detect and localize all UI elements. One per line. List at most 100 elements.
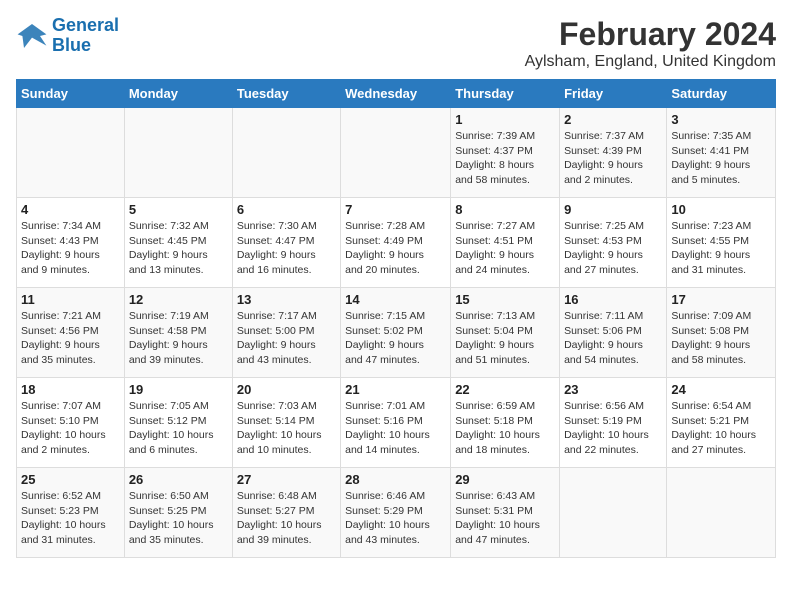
day-number: 7 — [345, 202, 446, 217]
day-number: 24 — [671, 382, 771, 397]
calendar-cell: 28 Sunrise: 6:46 AM Sunset: 5:29 PM Dayli… — [341, 468, 451, 558]
day-info: Sunrise: 6:56 AM Sunset: 5:19 PM Dayligh… — [564, 399, 662, 458]
day-number: 11 — [21, 292, 120, 307]
week-row-4: 18 Sunrise: 7:07 AM Sunset: 5:10 PM Dayli… — [17, 378, 776, 468]
calendar-cell: 25 Sunrise: 6:52 AM Sunset: 5:23 PM Dayli… — [17, 468, 125, 558]
day-number: 29 — [455, 472, 555, 487]
day-info: Sunrise: 7:07 AM Sunset: 5:10 PM Dayligh… — [21, 399, 120, 458]
day-number: 3 — [671, 112, 771, 127]
day-info: Sunrise: 7:32 AM Sunset: 4:45 PM Dayligh… — [129, 219, 228, 278]
calendar-cell — [232, 108, 340, 198]
calendar-cell: 4 Sunrise: 7:34 AM Sunset: 4:43 PM Daylig… — [17, 198, 125, 288]
day-info: Sunrise: 7:17 AM Sunset: 5:00 PM Dayligh… — [237, 309, 336, 368]
day-info: Sunrise: 6:48 AM Sunset: 5:27 PM Dayligh… — [237, 489, 336, 548]
calendar-cell: 5 Sunrise: 7:32 AM Sunset: 4:45 PM Daylig… — [124, 198, 232, 288]
day-number: 28 — [345, 472, 446, 487]
calendar-cell: 18 Sunrise: 7:07 AM Sunset: 5:10 PM Dayli… — [17, 378, 125, 468]
weekday-header-row: SundayMondayTuesdayWednesdayThursdayFrid… — [17, 80, 776, 108]
day-info: Sunrise: 7:37 AM Sunset: 4:39 PM Dayligh… — [564, 129, 662, 188]
day-info: Sunrise: 7:11 AM Sunset: 5:06 PM Dayligh… — [564, 309, 662, 368]
day-number: 25 — [21, 472, 120, 487]
day-info: Sunrise: 7:03 AM Sunset: 5:14 PM Dayligh… — [237, 399, 336, 458]
calendar-cell: 11 Sunrise: 7:21 AM Sunset: 4:56 PM Dayli… — [17, 288, 125, 378]
day-number: 1 — [455, 112, 555, 127]
day-number: 8 — [455, 202, 555, 217]
logo-text: General Blue — [52, 16, 119, 56]
day-info: Sunrise: 7:39 AM Sunset: 4:37 PM Dayligh… — [455, 129, 555, 188]
calendar-cell — [667, 468, 776, 558]
weekday-header-tuesday: Tuesday — [232, 80, 340, 108]
weekday-header-monday: Monday — [124, 80, 232, 108]
calendar-cell: 10 Sunrise: 7:23 AM Sunset: 4:55 PM Dayli… — [667, 198, 776, 288]
day-number: 5 — [129, 202, 228, 217]
day-number: 17 — [671, 292, 771, 307]
calendar-cell: 2 Sunrise: 7:37 AM Sunset: 4:39 PM Daylig… — [560, 108, 667, 198]
day-info: Sunrise: 6:52 AM Sunset: 5:23 PM Dayligh… — [21, 489, 120, 548]
day-info: Sunrise: 7:23 AM Sunset: 4:55 PM Dayligh… — [671, 219, 771, 278]
weekday-header-friday: Friday — [560, 80, 667, 108]
calendar-cell: 24 Sunrise: 6:54 AM Sunset: 5:21 PM Dayli… — [667, 378, 776, 468]
day-number: 18 — [21, 382, 120, 397]
calendar-cell: 14 Sunrise: 7:15 AM Sunset: 5:02 PM Dayli… — [341, 288, 451, 378]
day-info: Sunrise: 7:15 AM Sunset: 5:02 PM Dayligh… — [345, 309, 446, 368]
calendar-cell: 17Sunrise: 7:09 AM Sunset: 5:08 PM Dayli… — [667, 288, 776, 378]
calendar-cell — [560, 468, 667, 558]
weekday-header-saturday: Saturday — [667, 80, 776, 108]
week-row-5: 25 Sunrise: 6:52 AM Sunset: 5:23 PM Dayli… — [17, 468, 776, 558]
day-info: Sunrise: 7:19 AM Sunset: 4:58 PM Dayligh… — [129, 309, 228, 368]
calendar-cell: 8Sunrise: 7:27 AM Sunset: 4:51 PM Daylig… — [451, 198, 560, 288]
month-year-title: February 2024 — [525, 16, 776, 53]
week-row-1: 1 Sunrise: 7:39 AM Sunset: 4:37 PM Daylig… — [17, 108, 776, 198]
weekday-header-sunday: Sunday — [17, 80, 125, 108]
day-info: Sunrise: 7:05 AM Sunset: 5:12 PM Dayligh… — [129, 399, 228, 458]
day-number: 14 — [345, 292, 446, 307]
calendar-cell: 6Sunrise: 7:30 AM Sunset: 4:47 PM Daylig… — [232, 198, 340, 288]
calendar-table: SundayMondayTuesdayWednesdayThursdayFrid… — [16, 79, 776, 558]
day-number: 26 — [129, 472, 228, 487]
day-info: Sunrise: 6:54 AM Sunset: 5:21 PM Dayligh… — [671, 399, 771, 458]
day-number: 13 — [237, 292, 336, 307]
day-number: 21 — [345, 382, 446, 397]
day-info: Sunrise: 6:50 AM Sunset: 5:25 PM Dayligh… — [129, 489, 228, 548]
calendar-cell: 22 Sunrise: 6:59 AM Sunset: 5:18 PM Dayli… — [451, 378, 560, 468]
title-block: February 2024 Aylsham, England, United K… — [525, 16, 776, 71]
day-number: 15 — [455, 292, 555, 307]
day-number: 22 — [455, 382, 555, 397]
day-info: Sunrise: 7:34 AM Sunset: 4:43 PM Dayligh… — [21, 219, 120, 278]
day-number: 19 — [129, 382, 228, 397]
day-number: 23 — [564, 382, 662, 397]
calendar-cell: 23 Sunrise: 6:56 AM Sunset: 5:19 PM Dayli… — [560, 378, 667, 468]
day-number: 2 — [564, 112, 662, 127]
day-number: 4 — [21, 202, 120, 217]
day-number: 12 — [129, 292, 228, 307]
calendar-cell: 1 Sunrise: 7:39 AM Sunset: 4:37 PM Daylig… — [451, 108, 560, 198]
logo-icon — [16, 20, 48, 52]
calendar-cell: 7 Sunrise: 7:28 AM Sunset: 4:49 PM Daylig… — [341, 198, 451, 288]
calendar-cell: 3 Sunrise: 7:35 AM Sunset: 4:41 PM Daylig… — [667, 108, 776, 198]
weekday-header-thursday: Thursday — [451, 80, 560, 108]
calendar-cell: 29Sunrise: 6:43 AM Sunset: 5:31 PM Dayli… — [451, 468, 560, 558]
week-row-3: 11 Sunrise: 7:21 AM Sunset: 4:56 PM Dayli… — [17, 288, 776, 378]
calendar-cell: 26 Sunrise: 6:50 AM Sunset: 5:25 PM Dayli… — [124, 468, 232, 558]
weekday-header-wednesday: Wednesday — [341, 80, 451, 108]
week-row-2: 4 Sunrise: 7:34 AM Sunset: 4:43 PM Daylig… — [17, 198, 776, 288]
day-number: 9 — [564, 202, 662, 217]
day-info: Sunrise: 7:01 AM Sunset: 5:16 PM Dayligh… — [345, 399, 446, 458]
day-info: Sunrise: 7:28 AM Sunset: 4:49 PM Dayligh… — [345, 219, 446, 278]
day-number: 10 — [671, 202, 771, 217]
calendar-cell: 27 Sunrise: 6:48 AM Sunset: 5:27 PM Dayli… — [232, 468, 340, 558]
header: General Blue February 2024 Aylsham, Engl… — [16, 16, 776, 71]
day-info: Sunrise: 7:35 AM Sunset: 4:41 PM Dayligh… — [671, 129, 771, 188]
day-number: 16 — [564, 292, 662, 307]
day-info: Sunrise: 6:46 AM Sunset: 5:29 PM Dayligh… — [345, 489, 446, 548]
day-info: Sunrise: 6:59 AM Sunset: 5:18 PM Dayligh… — [455, 399, 555, 458]
calendar-cell: 12 Sunrise: 7:19 AM Sunset: 4:58 PM Dayli… — [124, 288, 232, 378]
calendar-cell: 16 Sunrise: 7:11 AM Sunset: 5:06 PM Dayli… — [560, 288, 667, 378]
calendar-cell: 19 Sunrise: 7:05 AM Sunset: 5:12 PM Dayli… — [124, 378, 232, 468]
calendar-cell: 9 Sunrise: 7:25 AM Sunset: 4:53 PM Daylig… — [560, 198, 667, 288]
location-subtitle: Aylsham, England, United Kingdom — [525, 53, 776, 71]
day-info: Sunrise: 7:25 AM Sunset: 4:53 PM Dayligh… — [564, 219, 662, 278]
day-number: 27 — [237, 472, 336, 487]
day-info: Sunrise: 7:30 AM Sunset: 4:47 PM Dayligh… — [237, 219, 336, 278]
day-info: Sunrise: 7:21 AM Sunset: 4:56 PM Dayligh… — [21, 309, 120, 368]
